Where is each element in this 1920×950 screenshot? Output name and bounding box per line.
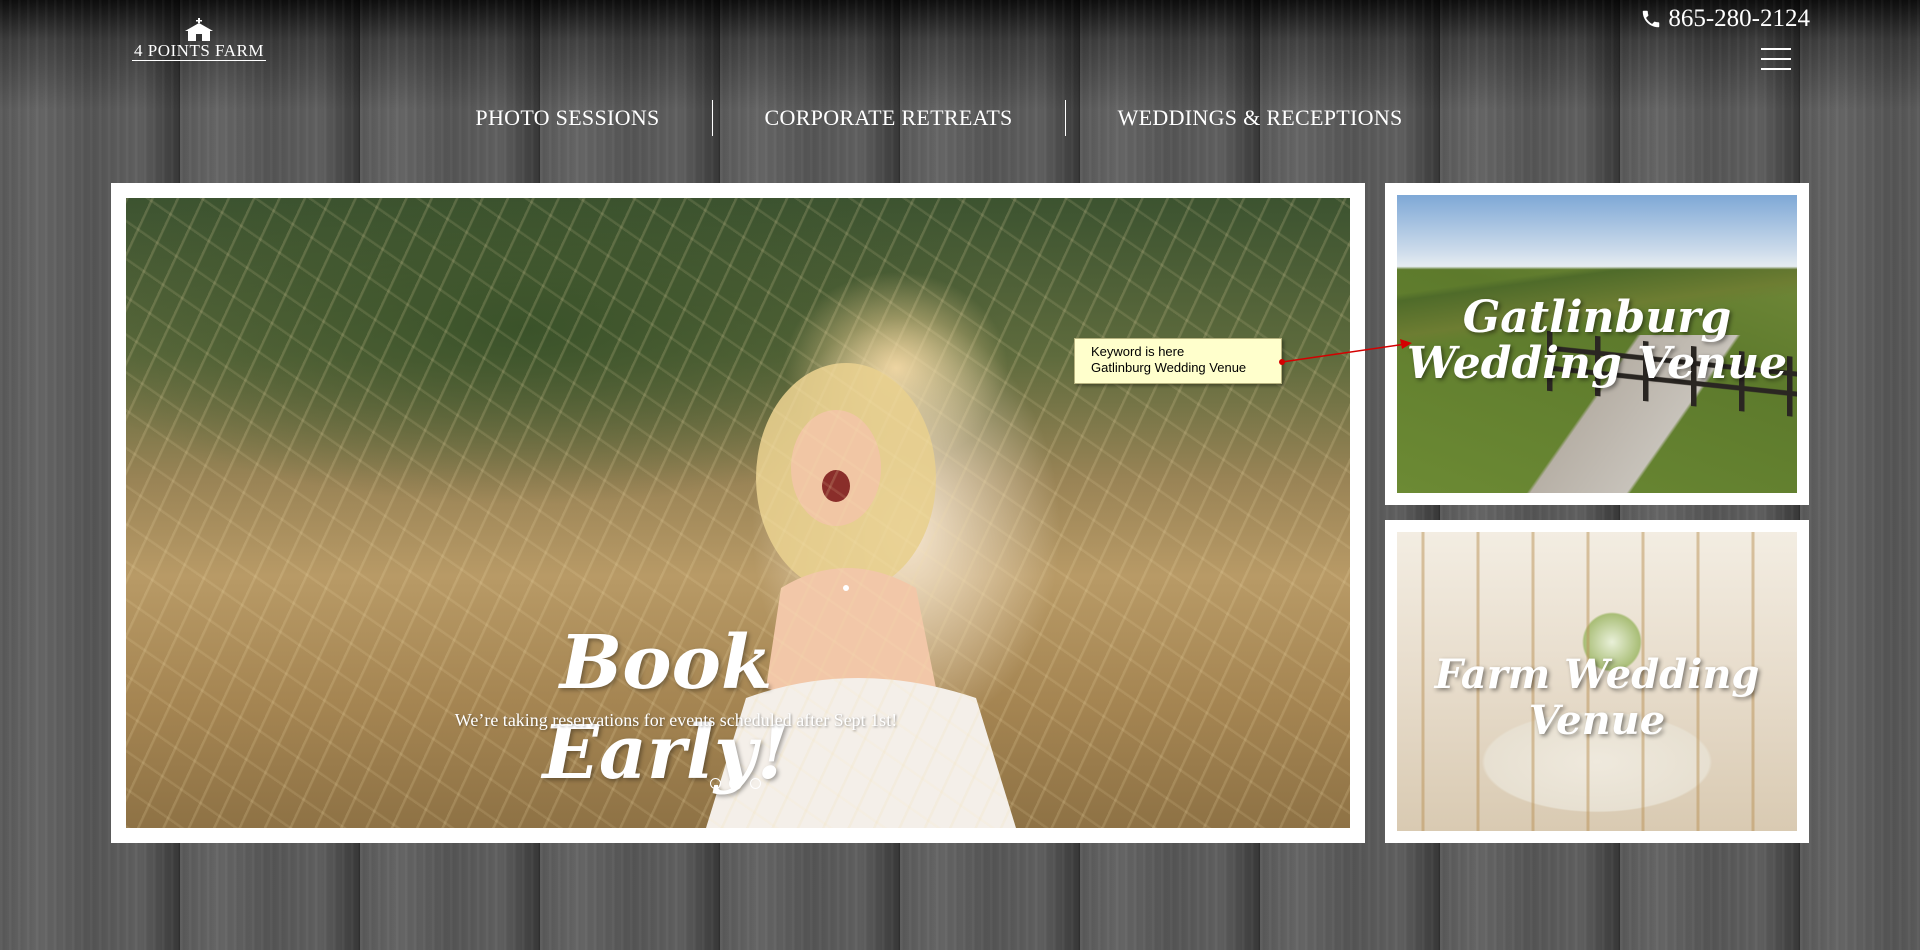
slider-dot-2[interactable]	[729, 777, 742, 790]
site-logo[interactable]: 4 POINTS FARM	[128, 18, 270, 68]
slider-pagination	[710, 777, 761, 790]
slider-dot-1[interactable]	[710, 778, 721, 789]
card-title: Gatlinburg Wedding Venue	[1406, 292, 1788, 389]
nav-photo-sessions[interactable]: PHOTO SESSIONS	[475, 105, 711, 131]
barn-logo-icon	[179, 18, 219, 42]
annotation-line-1: Keyword is here	[1091, 344, 1185, 359]
slider-dot-3[interactable]	[750, 778, 761, 789]
card-image: Gatlinburg Wedding Venue	[1397, 195, 1797, 493]
annotation-callout: Keyword is here Gatlinburg Wedding Venue	[1074, 338, 1282, 384]
slide-title: Book Early!	[542, 620, 790, 796]
main-nav: PHOTO SESSIONS CORPORATE RETREATS WEDDIN…	[0, 98, 1920, 138]
hero-slide-image[interactable]: Book Early! We’re taking reservations fo…	[126, 198, 1350, 828]
slide-subtitle: We’re taking reservations for events sch…	[454, 710, 898, 730]
annotation-line-2: Gatlinburg Wedding Venue	[1091, 360, 1247, 375]
card-title: Farm Wedding Venue	[1434, 651, 1760, 744]
phone-text: 865-280-2124	[1668, 5, 1810, 32]
card-farm-wedding-venue[interactable]: Farm Wedding Venue	[1385, 520, 1809, 843]
card-gatlinburg-wedding-venue[interactable]: Gatlinburg Wedding Venue	[1385, 183, 1809, 505]
phone-icon	[1640, 8, 1662, 30]
hamburger-menu-icon[interactable]	[1761, 46, 1791, 72]
logo-text: 4 POINTS FARM	[132, 41, 266, 61]
phone-number[interactable]: 865-280-2124	[1640, 4, 1810, 34]
hero-slider: Book Early! We’re taking reservations fo…	[111, 183, 1365, 843]
nav-corporate-retreats[interactable]: CORPORATE RETREATS	[713, 105, 1065, 131]
nav-weddings-receptions[interactable]: WEDDINGS & RECEPTIONS	[1066, 105, 1455, 131]
card-image: Farm Wedding Venue	[1397, 532, 1797, 831]
